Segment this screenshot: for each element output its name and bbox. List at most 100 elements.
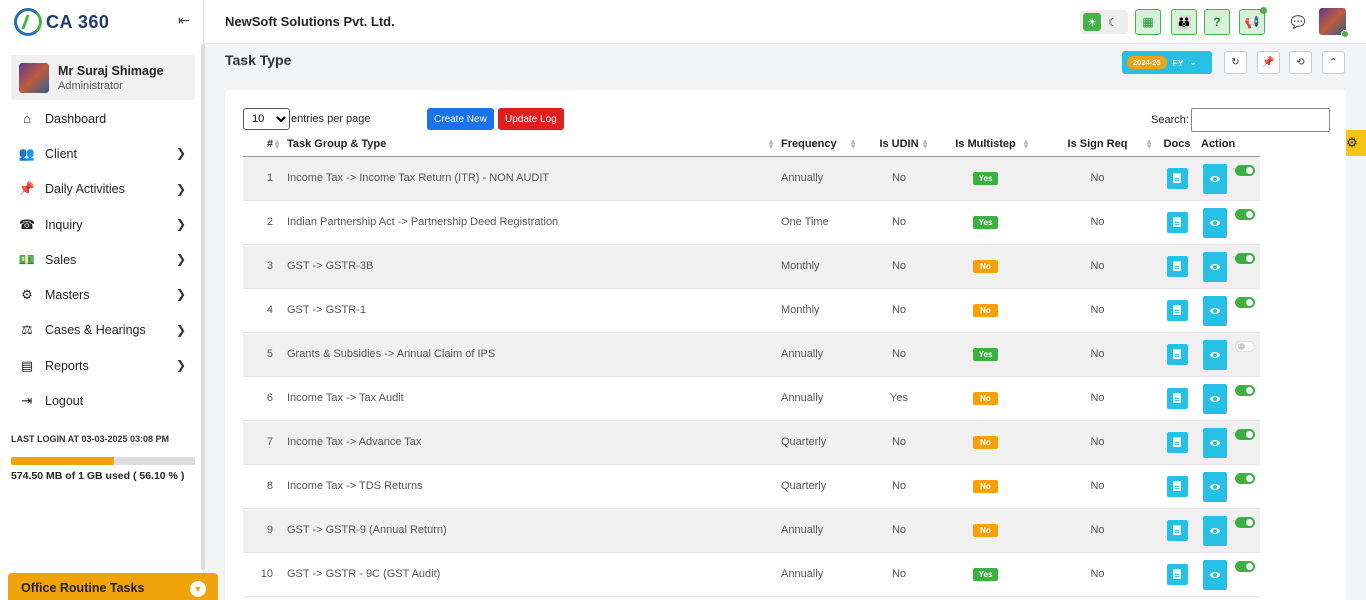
view-button[interactable] <box>1203 251 1227 282</box>
is-udin: No <box>863 420 935 465</box>
is-sign-req: No <box>1036 332 1159 377</box>
chat-button[interactable]: 💬 <box>1285 9 1311 35</box>
docs-button[interactable] <box>1166 519 1188 541</box>
status-toggle[interactable] <box>1235 384 1255 396</box>
status-toggle[interactable] <box>1235 164 1255 176</box>
status-toggle[interactable] <box>1235 560 1255 572</box>
sidebar-item-dashboard[interactable]: ⌂ Dashboard <box>0 101 200 136</box>
docs-button[interactable] <box>1166 387 1188 409</box>
logo-text: CA 360 <box>46 11 110 32</box>
row-number: 3 <box>243 244 287 289</box>
frequency: Monthly <box>781 244 863 289</box>
sidebar-item-label: Daily Activities <box>45 182 125 197</box>
col-header-udin[interactable]: Is UDIN ▲ ▼ <box>863 133 935 157</box>
refresh-button[interactable]: ↻ <box>1224 51 1247 74</box>
task-name: GST -> GSTR-9 (Annual Return) <box>287 508 781 553</box>
col-header-sign-req[interactable]: Is Sign Req ▲ ▼ <box>1036 133 1159 157</box>
is-sign-req: No <box>1036 156 1159 201</box>
search-input[interactable] <box>1190 108 1330 132</box>
col-header-frequency[interactable]: Frequency ▲ ▼ <box>781 133 863 157</box>
status-toggle[interactable] <box>1235 340 1255 352</box>
status-toggle[interactable] <box>1235 252 1255 264</box>
view-button[interactable] <box>1203 295 1227 326</box>
sidebar-item-daily-activities[interactable]: 📌 Daily Activities ❯ <box>0 172 200 207</box>
pin-button[interactable]: 📌 <box>1257 51 1280 74</box>
docs-button[interactable] <box>1166 343 1188 365</box>
sun-icon[interactable]: ☀ <box>1083 13 1101 31</box>
sidebar-scrollbar[interactable] <box>201 44 205 570</box>
sidebar-item-sales[interactable]: 💵 Sales ❯ <box>0 242 200 277</box>
status-toggle[interactable] <box>1235 472 1255 484</box>
users-icon: 👥 <box>18 145 36 161</box>
is-udin: No <box>863 508 935 553</box>
view-button[interactable] <box>1203 339 1227 370</box>
is-sign-req: No <box>1036 244 1159 289</box>
frequency: Quarterly <box>781 420 863 465</box>
sidebar-item-reports[interactable]: ▤ Reports ❯ <box>0 348 200 383</box>
docs-button[interactable] <box>1166 255 1188 277</box>
docs-cell <box>1159 244 1195 289</box>
user-avatar[interactable] <box>1319 8 1349 38</box>
moon-icon[interactable]: ☾ <box>1108 16 1118 29</box>
team-button[interactable]: 👪 <box>1171 9 1197 35</box>
document-icon <box>1173 261 1181 271</box>
collapse-up-button[interactable]: ⌃ <box>1322 51 1345 74</box>
table-row: 10 GST -> GSTR - 9C (GST Audit) Annually No… <box>243 552 1260 597</box>
theme-toggle[interactable]: ☀ ☾ <box>1080 10 1128 34</box>
is-udin: Yes <box>863 376 935 421</box>
col-header-multistep[interactable]: Is Multistep ▲ ▼ <box>935 133 1036 157</box>
entries-per-page: 10 entries per page <box>243 108 371 130</box>
sync-button[interactable]: ⟲ <box>1289 51 1312 74</box>
frequency: Monthly <box>781 288 863 333</box>
chevron-down-icon[interactable]: ▼ <box>190 581 206 597</box>
document-icon <box>1173 173 1181 183</box>
status-toggle[interactable] <box>1235 296 1255 308</box>
qr-code-button[interactable]: ▦ <box>1135 9 1161 35</box>
col-header-task[interactable]: Task Group & Type ▲ ▼ <box>287 133 781 157</box>
view-button[interactable] <box>1203 207 1227 238</box>
status-toggle[interactable] <box>1235 208 1255 220</box>
view-button[interactable] <box>1203 515 1227 546</box>
is-sign-req: No <box>1036 200 1159 245</box>
view-button[interactable] <box>1203 383 1227 414</box>
eye-icon <box>1210 483 1220 490</box>
view-button[interactable] <box>1203 471 1227 502</box>
profile-card[interactable]: Mr Suraj Shimage Administrator <box>11 55 195 100</box>
col-header-num[interactable]: # ▲ ▼ <box>243 133 287 157</box>
view-button[interactable] <box>1203 559 1227 590</box>
eye-icon <box>1210 263 1220 270</box>
view-button[interactable] <box>1203 427 1227 458</box>
status-toggle[interactable] <box>1235 516 1255 528</box>
app-logo[interactable]: CA 360 <box>14 8 109 36</box>
sort-icon: ▲ ▼ <box>921 137 929 151</box>
update-log-button[interactable]: Update Log <box>498 108 564 130</box>
sidebar-item-cases-hearings[interactable]: ⚖ Cases & Hearings ❯ <box>0 313 200 348</box>
help-button[interactable]: ? <box>1204 9 1230 35</box>
action-cell <box>1195 244 1260 289</box>
create-new-button[interactable]: Create New <box>427 108 494 130</box>
docs-cell <box>1159 332 1195 377</box>
collapse-sidebar-icon[interactable]: ⇤ <box>178 12 190 29</box>
view-button[interactable] <box>1203 163 1227 194</box>
frequency: Annually <box>781 508 863 553</box>
sidebar-item-client[interactable]: 👥 Client ❯ <box>0 136 200 171</box>
financial-year-selector[interactable]: 2024-25 FY ⌄ <box>1122 51 1212 74</box>
is-udin: No <box>863 552 935 597</box>
sidebar-item-inquiry[interactable]: ☎ Inquiry ❯ <box>0 207 200 242</box>
docs-button[interactable] <box>1166 167 1188 189</box>
sidebar-item-logout[interactable]: ⇥ Logout <box>0 383 200 418</box>
multistep-badge: No <box>973 435 998 449</box>
office-routine-tasks-panel[interactable]: Office Routine Tasks ▼ <box>8 573 218 600</box>
entries-select[interactable]: 10 <box>243 108 290 130</box>
announcement-button[interactable]: 📢 <box>1239 7 1267 35</box>
is-multistep: No <box>935 508 1036 553</box>
docs-button[interactable] <box>1166 475 1188 497</box>
docs-button[interactable] <box>1166 211 1188 233</box>
docs-button[interactable] <box>1166 431 1188 453</box>
docs-button[interactable] <box>1166 299 1188 321</box>
frequency: Annually <box>781 376 863 421</box>
sidebar-item-masters[interactable]: ⚙ Masters ❯ <box>0 277 200 312</box>
docs-button[interactable] <box>1166 563 1188 585</box>
sort-icon: ▲ ▼ <box>273 137 281 151</box>
status-toggle[interactable] <box>1235 428 1255 440</box>
